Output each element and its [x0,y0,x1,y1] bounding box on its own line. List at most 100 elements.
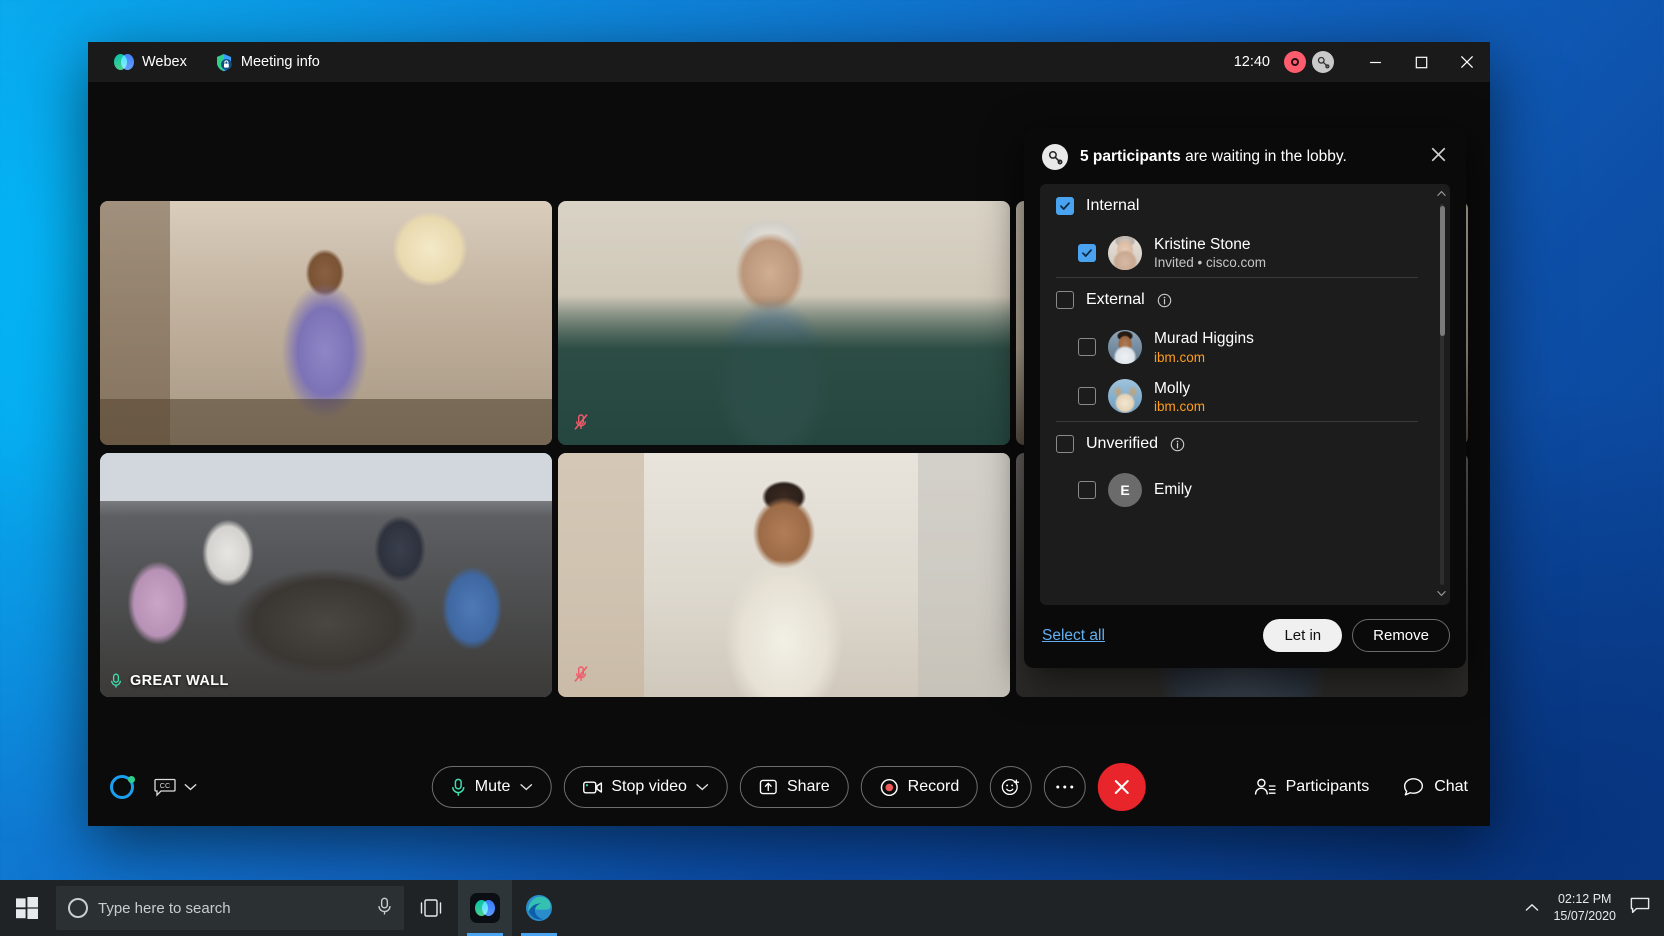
close-icon[interactable] [1427,145,1450,169]
video-stage: GREAT WALL [88,82,1490,748]
window-minimize-button[interactable] [1352,42,1398,82]
info-icon[interactable] [1157,293,1172,308]
lobby-key-icon[interactable] [1312,51,1334,73]
remove-button[interactable]: Remove [1352,619,1450,652]
chat-label: Chat [1434,778,1468,796]
meeting-timer: 12:40 [1234,54,1270,70]
taskbar-clock[interactable]: 02:12 PM 15/07/2020 [1553,891,1616,925]
end-meeting-button[interactable] [1098,763,1146,811]
participants-button[interactable]: Participants [1254,777,1370,797]
participant-tile-1[interactable] [100,201,552,445]
window-close-button[interactable] [1444,42,1490,82]
select-all-link[interactable]: Select all [1042,627,1105,645]
group-checkbox-unverified[interactable] [1056,435,1074,453]
chevron-down-icon[interactable] [519,778,532,796]
windows-taskbar: 02:12 PM 15/07/2020 [0,880,1664,936]
meeting-info-label: Meeting info [241,54,320,70]
mute-badge [568,661,594,687]
webex-assistant-icon[interactable] [110,775,134,799]
group-label-unverified: Unverified [1086,435,1158,453]
closed-captions-button[interactable]: CC [154,778,197,797]
lobby-key-icon [1042,144,1068,170]
avatar: E [1108,473,1142,507]
lobby-scrollbar[interactable] [1437,190,1446,599]
close-icon [1112,777,1132,797]
let-in-button[interactable]: Let in [1263,619,1342,652]
lobby-group-internal[interactable]: Internal [1040,184,1434,228]
lobby-count: 5 participants [1080,148,1181,165]
avatar [1108,236,1142,270]
mute-label: Mute [475,778,511,796]
participants-icon [1254,777,1276,797]
cortana-icon[interactable] [68,898,88,918]
person-checkbox-molly[interactable] [1078,387,1096,405]
person-checkbox-emily[interactable] [1078,481,1096,499]
tray-expand-icon[interactable] [1525,899,1539,917]
share-screen-icon [759,778,778,796]
share-label: Share [787,778,830,796]
meeting-info-button[interactable]: Meeting info [201,42,334,82]
person-checkbox-kristine-stone[interactable] [1078,244,1096,262]
participant-tile-4[interactable]: GREAT WALL [100,453,552,697]
lobby-group-unverified[interactable]: Unverified [1040,422,1434,466]
edge-icon [524,893,554,923]
reactions-button[interactable] [990,766,1032,808]
taskbar-app-edge[interactable] [512,880,566,936]
control-bar-right: Participants Chat [1254,777,1468,797]
action-center-icon[interactable] [1630,897,1650,920]
clock-time: 02:12 PM [1553,891,1616,908]
lobby-group-external[interactable]: External [1040,278,1434,322]
stop-video-button[interactable]: Stop video [563,766,728,808]
system-tray: 02:12 PM 15/07/2020 [1525,891,1664,925]
group-label-internal: Internal [1086,197,1139,215]
search-input[interactable] [98,900,367,917]
mute-button[interactable]: Mute [432,766,552,808]
microphone-icon[interactable] [377,897,392,920]
titlebar-right-cluster: 12:40 [1234,42,1490,82]
more-options-button[interactable] [1044,766,1086,808]
chevron-up-icon[interactable] [1437,190,1446,199]
lobby-person-row[interactable]: Murad Higgins ibm.com [1040,322,1434,371]
participant-tile-5[interactable] [558,453,1010,697]
cc-icon: CC [154,778,176,797]
person-checkbox-murad-higgins[interactable] [1078,338,1096,356]
person-subtitle: Invited • cisco.com [1154,255,1266,270]
info-icon[interactable] [1170,437,1185,452]
person-name: Murad Higgins [1154,329,1254,348]
avatar [1108,330,1142,364]
lobby-person-row[interactable]: E Emily [1040,466,1434,514]
task-view-button[interactable] [404,880,458,936]
webex-logo-icon [470,893,500,923]
taskbar-app-webex[interactable] [458,880,512,936]
group-label-external: External [1086,291,1145,309]
ellipsis-icon [1055,784,1075,790]
share-button[interactable]: Share [740,766,849,808]
video-camera-icon [582,780,602,795]
record-indicator-icon[interactable] [1284,51,1306,73]
group-checkbox-internal[interactable] [1056,197,1074,215]
app-brand: Webex [100,42,201,82]
taskbar-search[interactable] [56,886,404,930]
start-button[interactable] [0,880,54,936]
chat-button[interactable]: Chat [1403,777,1468,797]
record-label: Record [908,778,960,796]
window-maximize-button[interactable] [1398,42,1444,82]
avatar [1108,379,1142,413]
webex-meeting-window: Webex Meeting info 12:40 [88,42,1490,826]
lobby-person-row[interactable]: Kristine Stone Invited • cisco.com [1040,228,1434,277]
lobby-panel-footer: Select all Let in Remove [1024,605,1466,668]
record-button[interactable]: Record [861,766,979,808]
app-name-label: Webex [142,54,187,70]
window-titlebar: Webex Meeting info 12:40 [88,42,1490,82]
lobby-person-row[interactable]: Molly ibm.com [1040,372,1434,421]
chevron-down-icon[interactable] [1437,590,1446,599]
chevron-down-icon[interactable] [184,778,197,796]
scrollbar-thumb[interactable] [1440,206,1445,336]
control-bar-left: CC [110,775,197,799]
lobby-message-tail: are waiting in the lobby. [1181,148,1347,165]
group-checkbox-external[interactable] [1056,291,1074,309]
meeting-control-bar: CC Mute [88,748,1490,826]
lobby-notification-panel: 5 participants are waiting in the lobby.… [1024,128,1466,668]
chevron-down-icon[interactable] [696,778,709,796]
participant-tile-2[interactable] [558,201,1010,445]
